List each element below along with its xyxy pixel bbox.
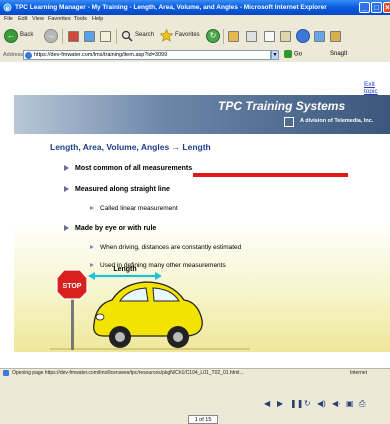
forward-arrow-icon[interactable]: → bbox=[44, 29, 58, 43]
history-icon[interactable]: ↻ bbox=[206, 29, 220, 43]
menu-help[interactable]: Help bbox=[92, 16, 103, 22]
telemedia-logo-icon bbox=[284, 117, 294, 127]
svg-text:e: e bbox=[6, 5, 10, 12]
page-icon bbox=[25, 52, 32, 59]
menu-icon[interactable]: ▣ bbox=[346, 399, 354, 408]
back-arrow-icon[interactable]: ← bbox=[4, 29, 18, 43]
car-body bbox=[93, 281, 203, 337]
car-hubcap-rear bbox=[173, 332, 183, 342]
address-label: Address bbox=[3, 52, 24, 58]
window-title: TPC Learning Manager - My Training - Len… bbox=[15, 4, 327, 11]
bullet-text: Measured along straight line bbox=[75, 186, 170, 193]
bullet-text: When driving, distances are constantly e… bbox=[100, 244, 242, 251]
bullet-level1: Made by eye or with rule bbox=[64, 225, 156, 232]
stop-sign-post bbox=[71, 292, 74, 350]
stop-sign-text: STOP bbox=[63, 283, 82, 290]
favorites-star-icon[interactable] bbox=[160, 29, 173, 42]
menu-bar: File Edit View Favorites Tools Help bbox=[0, 15, 390, 25]
menu-view[interactable]: View bbox=[32, 16, 44, 22]
brand-subtitle: A division of Telemedia, Inc. bbox=[300, 118, 374, 124]
bullet-arrow-icon bbox=[64, 225, 69, 232]
replay-icon[interactable]: ↻ bbox=[304, 399, 311, 408]
exit-topic-link[interactable]: Exit topic bbox=[364, 81, 390, 95]
print-icon[interactable] bbox=[246, 31, 257, 42]
ie-icon: e bbox=[3, 3, 12, 12]
bullet-level1: Measured along straight line bbox=[64, 186, 170, 193]
mail-icon[interactable] bbox=[228, 31, 239, 42]
home-icon[interactable] bbox=[100, 31, 111, 42]
next-icon[interactable]: ▶ bbox=[277, 399, 283, 408]
loading-page-icon bbox=[3, 370, 9, 376]
pause-icon[interactable]: ❚❚ bbox=[290, 399, 303, 408]
messenger-icon[interactable] bbox=[296, 29, 310, 43]
car-headlight bbox=[95, 313, 105, 321]
address-dropdown-icon[interactable]: ▼ bbox=[271, 50, 279, 60]
bullet-arrow-icon bbox=[64, 186, 69, 193]
stop-icon[interactable] bbox=[68, 31, 79, 42]
print-page-icon[interactable]: ⎙ bbox=[359, 399, 365, 409]
favorites-label[interactable]: Favorites bbox=[175, 32, 200, 38]
research-icon[interactable] bbox=[314, 31, 325, 42]
bullet-arrow-icon bbox=[90, 245, 94, 250]
go-arrow-icon bbox=[284, 50, 292, 58]
snagit-label: SnagIt bbox=[330, 51, 348, 57]
bullet-level2: Called linear measurement bbox=[90, 205, 178, 212]
address-input[interactable]: https://dev-fmwater.com/lms/training/ite… bbox=[23, 50, 271, 60]
go-label: Go bbox=[294, 51, 303, 58]
address-url[interactable]: https://dev-fmwater.com/lms/training/ite… bbox=[34, 52, 167, 58]
toolbar-separator bbox=[116, 29, 117, 44]
tpc-banner: TPC Training Systems A division of Telem… bbox=[14, 95, 390, 134]
length-label: Length bbox=[113, 266, 136, 273]
edit-icon[interactable] bbox=[264, 31, 275, 42]
volume-up-icon[interactable]: ◀) bbox=[317, 399, 326, 408]
search-icon[interactable] bbox=[121, 30, 133, 42]
page-content: Exit topic TPC Training Systems A divisi… bbox=[0, 62, 390, 424]
go-button[interactable]: Go bbox=[284, 50, 302, 58]
slide-title: Length, Area, Volume, Angles → Length bbox=[50, 142, 211, 152]
bullet-text: Called linear measurement bbox=[100, 205, 178, 212]
minimize-button[interactable]: _ bbox=[359, 2, 370, 13]
maximize-button[interactable]: □ bbox=[371, 2, 382, 13]
discuss-icon[interactable] bbox=[280, 31, 291, 42]
bullet-level2: When driving, distances are constantly e… bbox=[90, 244, 241, 251]
close-button[interactable]: × bbox=[383, 2, 390, 13]
tool-icon[interactable] bbox=[330, 31, 341, 42]
window-titlebar: e TPC Learning Manager - My Training - L… bbox=[0, 0, 390, 15]
length-arrow-right-icon bbox=[155, 272, 162, 280]
brand-title: TPC Training Systems bbox=[218, 99, 346, 113]
status-text: Opening page https://dev-fmwater.com/lms… bbox=[12, 370, 244, 376]
bullet-arrow-icon bbox=[90, 206, 94, 211]
security-zone: Internet bbox=[350, 370, 367, 376]
bullet-level1: Most common of all measurements bbox=[64, 165, 192, 172]
length-arrow-left-icon bbox=[88, 272, 95, 280]
menu-edit[interactable]: Edit bbox=[18, 16, 27, 22]
snagit-button[interactable]: SnagIt bbox=[330, 51, 347, 57]
bullet-text: Most common of all measurements bbox=[75, 165, 193, 172]
car-hubcap-front bbox=[115, 332, 125, 342]
car-length-illustration: STOP Length bbox=[50, 266, 250, 350]
address-bar: Address https://dev-fmwater.com/lms/trai… bbox=[0, 48, 390, 62]
toolbar: ← Back → Search Favorites ↻ bbox=[0, 25, 390, 49]
search-label[interactable]: Search bbox=[135, 32, 154, 38]
page-counter: 1 of 15 bbox=[188, 415, 218, 424]
menu-favorites[interactable]: Favorites bbox=[48, 16, 71, 22]
toolbar-separator bbox=[223, 29, 224, 44]
previous-icon[interactable]: ◀ bbox=[264, 399, 270, 408]
red-measurement-line bbox=[193, 173, 348, 177]
menu-file[interactable]: File bbox=[4, 16, 13, 22]
bullet-text: Made by eye or with rule bbox=[75, 225, 157, 232]
back-label[interactable]: Back bbox=[20, 32, 33, 38]
bullet-arrow-icon bbox=[64, 165, 69, 172]
lesson-slide: Length, Area, Volume, Angles → Length Mo… bbox=[14, 134, 390, 352]
menu-tools[interactable]: Tools bbox=[74, 16, 87, 22]
toolbar-separator bbox=[62, 29, 63, 44]
volume-down-icon[interactable]: ◀· bbox=[332, 399, 341, 408]
refresh-icon[interactable] bbox=[84, 31, 95, 42]
